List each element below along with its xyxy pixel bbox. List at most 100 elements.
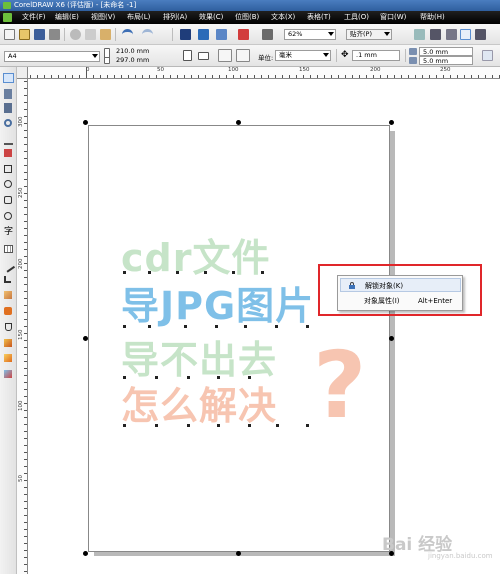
ruler-tick [184, 75, 185, 78]
selection-handle[interactable] [83, 551, 88, 556]
new-document-icon[interactable] [4, 29, 15, 40]
crop-tool-icon[interactable] [4, 103, 12, 113]
zoom-tool-icon[interactable] [4, 119, 12, 127]
selection-handle[interactable] [83, 120, 88, 125]
duplicate-y-field[interactable]: 5.0 mm [419, 56, 473, 65]
undo-icon[interactable] [122, 29, 133, 40]
cut-icon[interactable] [70, 29, 81, 40]
ruler-tick [44, 75, 45, 78]
show-grid-icon[interactable] [446, 29, 457, 40]
ruler-tick [24, 438, 27, 439]
paste-icon[interactable] [100, 29, 111, 40]
menu-help[interactable]: 帮助(H) [420, 11, 445, 24]
export-icon[interactable] [198, 29, 209, 40]
polygon-tool-icon[interactable] [4, 196, 12, 204]
ruler-label: 200 [370, 67, 381, 73]
ruler-tick [24, 186, 27, 187]
ruler-tick [24, 522, 27, 523]
show-rulers-icon[interactable] [430, 29, 441, 40]
selection-handle[interactable] [236, 551, 241, 556]
landscape-icon[interactable] [198, 52, 209, 60]
ruler-tick [24, 284, 27, 285]
zoom-level-field[interactable]: 62% [284, 29, 336, 40]
page-width-field[interactable]: 210.0 mm [113, 47, 167, 56]
document-icon[interactable] [3, 13, 12, 22]
page-height-field[interactable]: 297.0 mm [113, 56, 167, 65]
selection-handle[interactable] [236, 120, 241, 125]
menu-text[interactable]: 文本(X) [271, 11, 295, 24]
connector-tool-icon[interactable] [4, 276, 11, 283]
set-default-icon[interactable] [482, 50, 493, 61]
print-icon[interactable] [49, 29, 60, 40]
options-icon[interactable] [414, 29, 425, 40]
text-node [306, 424, 309, 427]
menu-table[interactable]: 表格(T) [307, 11, 331, 24]
freehand-tool-icon[interactable] [4, 135, 13, 145]
shape-tool-icon[interactable] [4, 89, 12, 99]
outline-pen-icon[interactable] [4, 339, 12, 347]
portrait-icon[interactable] [183, 50, 192, 61]
fill-tool-icon[interactable] [4, 354, 12, 362]
selection-handle[interactable] [83, 336, 88, 341]
artwork-line-1: cdr文件 [121, 236, 271, 280]
table-tool-icon[interactable] [4, 245, 13, 253]
text-node [275, 325, 278, 328]
menu-window[interactable]: 窗口(W) [380, 11, 406, 24]
import-icon[interactable] [180, 29, 191, 40]
copy-icon[interactable] [85, 29, 96, 40]
dynamic-guides-icon[interactable] [475, 29, 486, 40]
text-node [248, 376, 251, 379]
current-page-icon[interactable] [236, 49, 250, 62]
redo-icon[interactable] [142, 29, 153, 40]
ruler-label: 250 [440, 67, 451, 73]
ruler-origin[interactable] [17, 67, 28, 79]
units-dropdown[interactable]: 毫米 [275, 50, 331, 61]
menu-bitmaps[interactable]: 位图(B) [235, 11, 259, 24]
basic-shapes-icon[interactable] [4, 212, 12, 220]
pick-tool-icon[interactable] [3, 73, 14, 83]
ruler-tick [24, 396, 27, 397]
menu-file[interactable]: 文件(F) [22, 11, 46, 24]
menu-tools[interactable]: 工具(O) [344, 11, 369, 24]
menu-edit[interactable]: 编辑(E) [55, 11, 79, 24]
horizontal-ruler[interactable]: 0 50 100 150 200 250 [28, 67, 500, 79]
welcome-screen-icon[interactable] [238, 29, 249, 40]
application-launcher-icon[interactable] [216, 29, 227, 40]
save-icon[interactable] [34, 29, 45, 40]
menu-layout[interactable]: 布局(L) [127, 11, 150, 24]
parallel-dimension-icon[interactable] [1, 259, 16, 273]
rectangle-tool-icon[interactable] [4, 165, 12, 173]
ruler-tick [79, 75, 80, 78]
blend-tool-icon[interactable] [4, 291, 12, 299]
menu-view[interactable]: 视图(V) [91, 11, 115, 24]
toolbar-separator [115, 28, 116, 41]
vertical-ruler[interactable]: 300 250 200 150 100 50 [17, 79, 28, 574]
interactive-fill-icon[interactable] [4, 370, 12, 378]
duplicate-x-field[interactable]: 5.0 mm [419, 47, 473, 56]
ruler-tick [163, 75, 164, 78]
text-node [184, 325, 187, 328]
text-tool-icon[interactable]: 字 [4, 227, 15, 237]
menu-arrange[interactable]: 排列(A) [163, 11, 187, 24]
smart-fill-icon[interactable] [4, 149, 12, 157]
ruler-tick [86, 67, 87, 78]
nudge-distance-field[interactable]: .1 mm [352, 50, 400, 61]
open-folder-icon[interactable] [19, 29, 30, 40]
ruler-tick [240, 75, 241, 78]
menu-effects[interactable]: 效果(C) [199, 11, 223, 24]
ruler-tick [331, 75, 332, 78]
ellipse-tool-icon[interactable] [4, 180, 12, 188]
ruler-tick [24, 459, 27, 460]
selection-handle[interactable] [389, 120, 394, 125]
all-pages-icon[interactable] [218, 49, 232, 62]
corel-connect-icon[interactable] [262, 29, 273, 40]
show-guidelines-icon[interactable] [460, 29, 471, 40]
snap-to-dropdown[interactable]: 贴齐(P) [346, 29, 392, 40]
text-node [187, 424, 190, 427]
eyedropper-tool-icon[interactable] [5, 323, 12, 331]
page-size-dropdown[interactable]: A4 [4, 51, 100, 62]
ruler-tick [24, 291, 27, 292]
ruler-tick [212, 75, 213, 78]
transparency-tool-icon[interactable] [4, 307, 12, 315]
selection-handle[interactable] [389, 336, 394, 341]
